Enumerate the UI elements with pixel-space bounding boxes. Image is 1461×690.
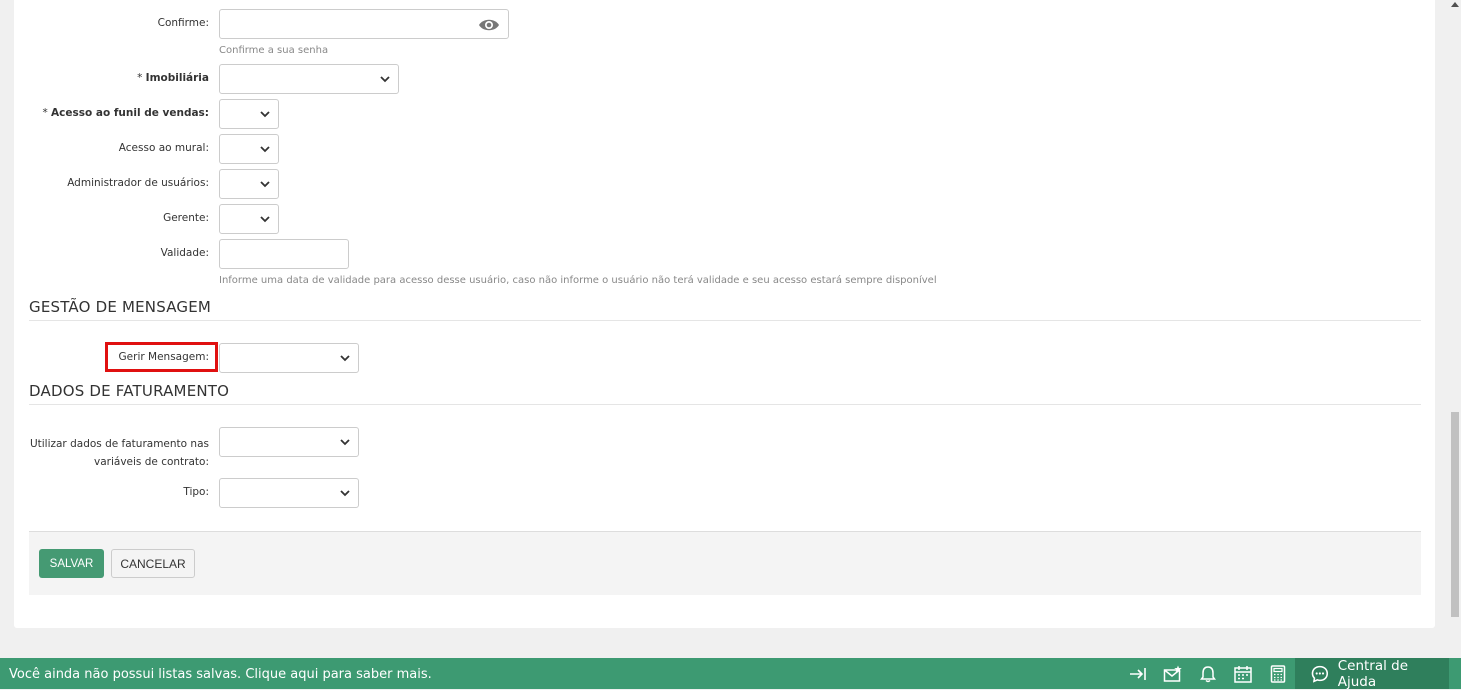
admin-select[interactable]	[219, 169, 279, 199]
bell-icon[interactable]	[1198, 665, 1218, 683]
confirm-help: Confirme a sua senha	[219, 45, 329, 56]
help-center-button[interactable]: Central de Ajuda	[1295, 657, 1449, 690]
funil-label: * Acesso ao funil de vendas:	[42, 107, 209, 119]
tipo-select[interactable]	[219, 478, 359, 508]
admin-label: Administrador de usuários:	[67, 177, 209, 189]
calculator-icon[interactable]	[1268, 665, 1288, 683]
section-dados-faturamento: DADOS DE FATURAMENTO	[29, 382, 1421, 405]
chevron-down-icon	[340, 490, 350, 497]
section-gestao-mensagem: GESTÃO DE MENSAGEM	[29, 298, 1421, 321]
form-panel: Confirme: Confirme a sua senha * Imobili…	[14, 0, 1435, 628]
imobiliaria-label: * Imobiliária	[137, 72, 209, 84]
chevron-down-icon	[380, 76, 390, 83]
utilizar-label: Utilizar dados de faturamento nas variáv…	[29, 438, 209, 468]
chevron-down-icon	[260, 181, 270, 188]
bottom-bar: Você ainda não possui listas salvas. Cli…	[0, 657, 1461, 690]
gerir-mensagem-select[interactable]	[219, 343, 359, 373]
chevron-down-icon	[340, 439, 350, 446]
mural-label: Acesso ao mural:	[118, 142, 209, 154]
tipo-label: Tipo:	[183, 486, 209, 498]
scroll-thumb[interactable]	[1451, 412, 1459, 617]
save-button[interactable]: SALVAR	[39, 549, 104, 578]
chat-icon	[1311, 665, 1329, 683]
form-actions: SALVAR CANCELAR	[29, 531, 1421, 595]
eye-icon[interactable]	[478, 17, 500, 33]
gerir-mensagem-label: Gerir Mensagem:	[118, 351, 209, 363]
validade-label: Validade:	[160, 247, 209, 259]
chevron-down-icon	[260, 146, 270, 153]
gerente-label: Gerente:	[163, 212, 209, 224]
funil-select[interactable]	[219, 99, 279, 129]
cancel-button[interactable]: CANCELAR	[111, 549, 195, 578]
confirm-password-input[interactable]	[219, 9, 509, 39]
utilizar-select[interactable]	[219, 427, 359, 457]
scroll-up-arrow[interactable]	[1451, 2, 1459, 7]
help-center-label: Central de Ajuda	[1337, 657, 1409, 690]
chevron-down-icon	[340, 355, 350, 362]
imobiliaria-select[interactable]	[219, 64, 399, 94]
scrollbar[interactable]	[1449, 0, 1461, 689]
chevron-down-icon	[260, 216, 270, 223]
mail-star-icon[interactable]	[1163, 665, 1183, 683]
validade-help: Informe uma data de validade para acesso…	[219, 275, 937, 286]
validade-input[interactable]	[219, 239, 349, 269]
confirm-label: Confirme:	[157, 17, 209, 29]
gerente-select[interactable]	[219, 204, 279, 234]
calendar-icon[interactable]	[1233, 665, 1253, 683]
collapse-icon[interactable]	[1128, 665, 1148, 683]
saved-lists-message[interactable]: Você ainda não possui listas salvas. Cli…	[9, 667, 432, 682]
mural-select[interactable]	[219, 134, 279, 164]
chevron-down-icon	[260, 111, 270, 118]
